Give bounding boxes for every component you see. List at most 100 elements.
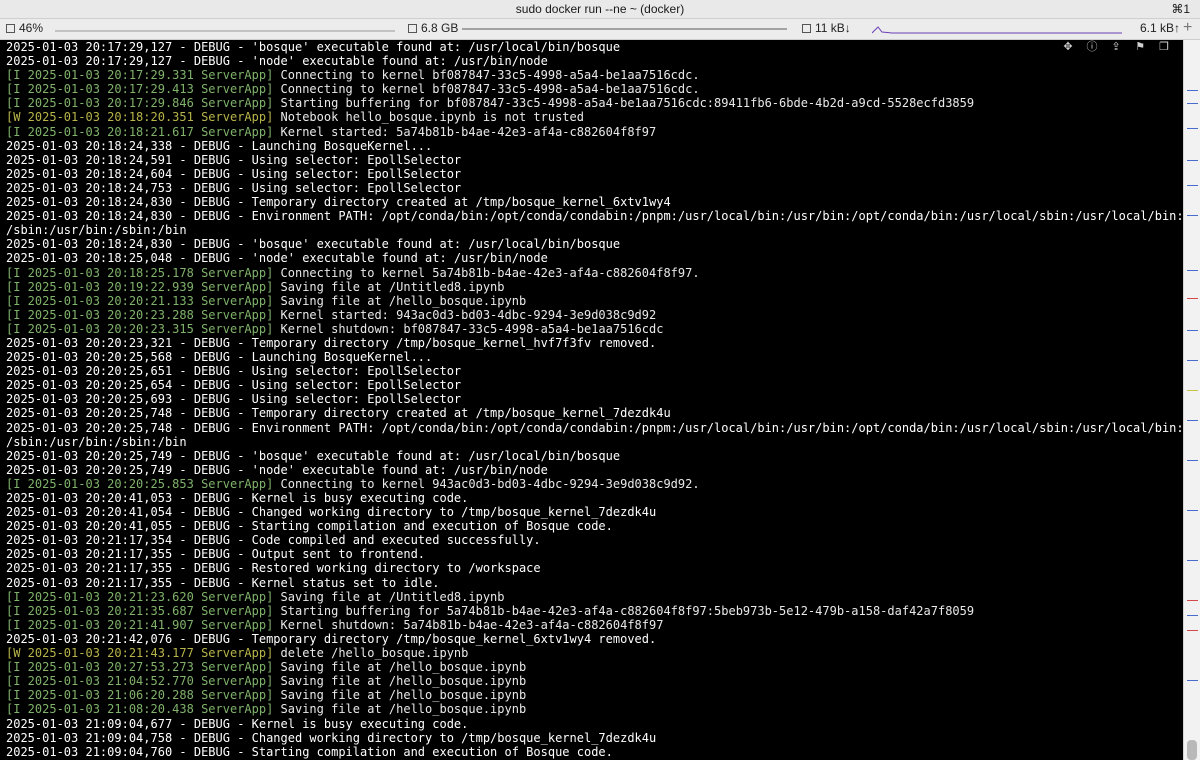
log-message: Kernel shutdown: 5a74b81b-b4ae-42e3-af4a…: [273, 617, 664, 632]
log-prefix: [I 2025-01-03 20:21:41.907 ServerApp]: [6, 617, 274, 632]
log-prefix: [I 2025-01-03 20:19:22.939 ServerApp]: [6, 279, 274, 294]
log-line: 2025-01-03 20:18:24,591 - DEBUG - Using …: [6, 152, 462, 167]
scroll-mark: [1187, 160, 1198, 161]
terminal-toolbar: ✥ ⓘ ⇪ ⚑ ❐: [1062, 40, 1170, 54]
memory-icon: [408, 23, 417, 33]
log-prefix: [I 2025-01-03 20:21:23.620 ServerApp]: [6, 589, 274, 604]
bookmark-icon[interactable]: ⚑: [1134, 40, 1146, 53]
log-line: [I 2025-01-03 20:27:53.273 ServerApp] Sa…: [6, 660, 1184, 674]
log-message: Saving file at /hello_bosque.ipynb: [273, 293, 527, 308]
log-line: [I 2025-01-03 20:17:29.413 ServerApp] Co…: [6, 82, 1184, 96]
log-prefix: [I 2025-01-03 20:21:35.687 ServerApp]: [6, 603, 274, 618]
log-message: Saving file at /Untitled8.ipynb: [273, 279, 505, 294]
scroll-mark: [1187, 460, 1198, 461]
log-line: 2025-01-03 20:18:24,830 - DEBUG - Tempor…: [6, 195, 671, 210]
cpu-sparkline: [55, 30, 395, 32]
log-prefix: [I 2025-01-03 20:17:29.413 ServerApp]: [6, 82, 274, 97]
vertical-scrollbar[interactable]: [1183, 40, 1200, 760]
scroll-mark: [1187, 270, 1198, 271]
log-message: Connecting to kernel 5a74b81b-b4ae-42e3-…: [273, 265, 700, 280]
log-line: [I 2025-01-03 20:21:41.907 ServerApp] Ke…: [6, 618, 1184, 632]
log-line: 2025-01-03 20:21:17,354 - DEBUG - Code c…: [6, 533, 541, 548]
log-prefix: [I 2025-01-03 20:20:23.315 ServerApp]: [6, 321, 274, 336]
log-line: [I 2025-01-03 20:20:23.288 ServerApp] Ke…: [6, 308, 1184, 322]
log-message: Kernel started: 943ac0d3-bd03-4dbc-9294-…: [273, 307, 657, 322]
log-message: Kernel started: 5a74b81b-b4ae-42e3-af4a-…: [273, 124, 657, 139]
scroll-mark: [1187, 298, 1198, 299]
log-lines: 2025-01-03 20:17:29,127 - DEBUG - 'bosqu…: [0, 40, 1184, 759]
scrollbar-thumb[interactable]: [1187, 740, 1197, 760]
log-line: 2025-01-03 20:20:25,748 - DEBUG - Enviro…: [6, 420, 1184, 435]
log-line: 2025-01-03 20:20:25,749 - DEBUG - 'bosqu…: [6, 448, 621, 463]
log-prefix: [I 2025-01-03 20:20:21.133 ServerApp]: [6, 293, 274, 308]
log-message: Saving file at /hello_bosque.ipynb: [273, 674, 527, 689]
log-line: 2025-01-03 20:20:41,055 - DEBUG - Starti…: [6, 519, 613, 534]
log-line: 2025-01-03 20:20:25,568 - DEBUG - Launch…: [6, 350, 433, 365]
log-line: [W 2025-01-03 20:18:20.351 ServerApp] No…: [6, 110, 1184, 124]
log-prefix: [W 2025-01-03 20:18:20.351 ServerApp]: [6, 110, 274, 125]
memory-sparkline: [462, 28, 787, 30]
cpu-value: 46%: [19, 21, 44, 35]
status-bar: 46% 6.8 GB 11 kB↓ 6.1 kB↑ +: [0, 19, 1200, 40]
log-message: Notebook hello_bosque.ipynb is not trust…: [273, 110, 584, 125]
cpu-segment: 46%: [6, 21, 43, 35]
log-message: Connecting to kernel bf087847-33c5-4998-…: [273, 68, 700, 83]
log-prefix: [I 2025-01-03 20:20:25.853 ServerApp]: [6, 476, 274, 491]
log-line: 2025-01-03 21:09:04,677 - DEBUG - Kernel…: [6, 716, 469, 731]
memory-segment: 6.8 GB: [408, 21, 458, 35]
log-prefix: [I 2025-01-03 20:20:23.288 ServerApp]: [6, 307, 274, 322]
log-line: 2025-01-03 20:20:25,654 - DEBUG - Using …: [6, 378, 462, 393]
info-icon[interactable]: ⓘ: [1086, 40, 1098, 53]
share-icon[interactable]: ⇪: [1110, 40, 1122, 53]
log-line: /sbin:/usr/bin:/sbin:/bin: [6, 223, 187, 238]
log-line: [I 2025-01-03 20:21:23.620 ServerApp] Sa…: [6, 590, 1184, 604]
move-icon[interactable]: ✥: [1062, 40, 1074, 53]
log-message: Saving file at /hello_bosque.ipynb: [273, 660, 527, 675]
log-message: delete /hello_bosque.ipynb: [273, 646, 469, 661]
log-line: 2025-01-03 20:20:25,749 - DEBUG - 'node'…: [6, 462, 548, 477]
log-message: Saving file at /hello_bosque.ipynb: [273, 688, 527, 703]
log-line: 2025-01-03 20:18:24,604 - DEBUG - Using …: [6, 166, 462, 181]
log-message: Saving file at /hello_bosque.ipynb: [273, 702, 527, 717]
log-prefix: [I 2025-01-03 21:06:20.288 ServerApp]: [6, 688, 274, 703]
terminal-output[interactable]: 2025-01-03 20:17:29,127 - DEBUG - 'bosqu…: [0, 40, 1184, 760]
log-line: 2025-01-03 20:18:25,048 - DEBUG - 'node'…: [6, 251, 548, 266]
log-line: [W 2025-01-03 20:21:43.177 ServerApp] de…: [6, 646, 1184, 660]
log-line: 2025-01-03 20:21:17,355 - DEBUG - Kernel…: [6, 575, 440, 590]
log-line: [I 2025-01-03 20:18:21.617 ServerApp] Ke…: [6, 125, 1184, 139]
log-line: 2025-01-03 21:09:04,758 - DEBUG - Change…: [6, 730, 657, 745]
log-line: [I 2025-01-03 20:19:22.939 ServerApp] Sa…: [6, 280, 1184, 294]
network-sparkline: [872, 26, 1122, 34]
log-prefix: [I 2025-01-03 20:27:53.273 ServerApp]: [6, 660, 274, 675]
log-line: 2025-01-03 20:20:41,054 - DEBUG - Change…: [6, 505, 657, 520]
log-line: 2025-01-03 20:18:24,338 - DEBUG - Launch…: [6, 138, 433, 153]
window-title: sudo docker run --ne ~ (docker): [515, 2, 685, 16]
network-icon: [802, 23, 811, 33]
scroll-mark: [1187, 90, 1198, 91]
new-tab-button[interactable]: +: [1183, 19, 1192, 37]
log-line: /sbin:/usr/bin:/sbin:/bin: [6, 434, 187, 449]
scroll-mark: [1187, 630, 1198, 631]
log-line: 2025-01-03 21:09:04,760 - DEBUG - Starti…: [6, 744, 613, 759]
log-line: 2025-01-03 20:21:17,355 - DEBUG - Output…: [6, 547, 426, 562]
scroll-mark: [1187, 560, 1198, 561]
network-segment: 11 kB↓: [802, 21, 851, 35]
scroll-mark: [1187, 103, 1198, 104]
log-prefix: [I 2025-01-03 20:18:21.617 ServerApp]: [6, 124, 274, 139]
log-line: 2025-01-03 20:20:23,321 - DEBUG - Tempor…: [6, 335, 657, 350]
log-prefix: [I 2025-01-03 20:17:29.331 ServerApp]: [6, 68, 274, 83]
log-message: Connecting to kernel bf087847-33c5-4998-…: [273, 82, 700, 97]
log-line: 2025-01-03 20:18:24,753 - DEBUG - Using …: [6, 180, 462, 195]
copy-icon[interactable]: ❐: [1158, 40, 1170, 53]
tab-shortcut: ⌘1: [1171, 2, 1190, 16]
net-up-segment: 6.1 kB↑: [1140, 21, 1180, 35]
scroll-mark: [1187, 185, 1198, 186]
log-message: Starting buffering for 5a74b81b-b4ae-42e…: [273, 603, 975, 618]
log-line: [I 2025-01-03 20:20:25.853 ServerApp] Co…: [6, 477, 1184, 491]
log-line: [I 2025-01-03 20:18:25.178 ServerApp] Co…: [6, 266, 1184, 280]
log-message: Connecting to kernel 943ac0d3-bd03-4dbc-…: [273, 476, 700, 491]
log-line: 2025-01-03 20:20:25,693 - DEBUG - Using …: [6, 392, 462, 407]
scroll-mark: [1187, 390, 1198, 391]
log-line: 2025-01-03 20:21:42,076 - DEBUG - Tempor…: [6, 631, 657, 646]
net-up-value: 6.1 kB↑: [1140, 21, 1181, 35]
